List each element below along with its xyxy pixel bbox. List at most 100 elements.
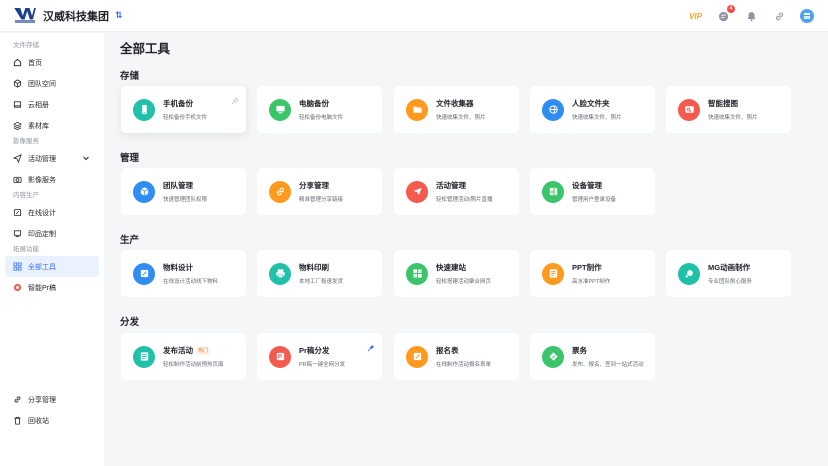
tool-card-mg-animation[interactable]: MG动画制作 专业团队削心服务 xyxy=(666,250,791,297)
tool-name: 票务 xyxy=(572,346,587,355)
sidebar-item-label: 分享管理 xyxy=(28,396,56,404)
section-title-storage: 存储 xyxy=(120,71,140,82)
tool-card-quick-site[interactable]: 快速建站轻松搭建活动聚合网页 xyxy=(394,250,519,297)
website-icon xyxy=(406,262,428,285)
tool-card-device-management[interactable]: 设备管理 管理用户登录设备 xyxy=(530,168,655,215)
sidebar-item-label: 全部工具 xyxy=(28,263,56,271)
tool-card-registration-form[interactable]: 报名表在线制作活动报名表单 xyxy=(394,333,519,380)
tool-desc: 快速收集文件、照片 xyxy=(572,115,622,121)
tool-card-computer-backup[interactable]: 电脑备份 轻松备份电脑文件 xyxy=(257,86,382,133)
tool-desc: 高水准PPT制作 xyxy=(572,279,611,285)
sidebar-item-recycle-bin[interactable]: 回收站 xyxy=(0,410,104,431)
tool-name: 快速建站 xyxy=(436,263,466,272)
tool-desc: 在线设计活动线下物料 xyxy=(163,279,219,285)
sidebar-item-label: 在线设计 xyxy=(28,209,56,217)
tool-card-material-design[interactable]: 物料设计在线设计活动线下物料 xyxy=(121,250,246,297)
switch-org-icon[interactable]: ⇅ xyxy=(115,10,123,21)
ppt-icon xyxy=(542,262,564,285)
pin-icon[interactable] xyxy=(231,92,239,105)
vip-badge[interactable]: VIP xyxy=(689,12,702,21)
pr-doc-icon xyxy=(269,345,291,368)
image-search-icon xyxy=(678,98,700,121)
sidebar-item-material-library[interactable]: 素材库 xyxy=(0,115,104,136)
tool-desc: 轻松备份电脑文件 xyxy=(299,115,344,121)
plane-icon xyxy=(406,180,428,203)
link-icon xyxy=(13,395,22,404)
tool-name: 发布活动 xyxy=(163,346,193,355)
sidebar-group-title: 拓展功能 xyxy=(13,246,39,253)
pr-icon xyxy=(13,283,22,292)
tool-name: PPT制作 xyxy=(572,263,602,272)
sidebar-item-album[interactable]: 云相册 xyxy=(0,94,104,115)
form-icon xyxy=(406,345,428,368)
tool-card-face-folder[interactable]: 人脸文件夹快速收集文件、照片 xyxy=(530,86,655,133)
sidebar-item-print-custom[interactable]: 印品定制 xyxy=(0,223,104,244)
tool-name: MG动画制作 xyxy=(708,263,751,272)
tool-card-team-management[interactable]: 团队管理 快速管理团队权限 xyxy=(121,168,246,215)
tool-name: 智能搜图 xyxy=(708,99,738,108)
tool-card-phone-backup[interactable]: 手机备份轻松备份手机文件 xyxy=(121,86,246,133)
printer-icon xyxy=(269,262,291,285)
album-icon xyxy=(13,100,22,109)
tool-card-smart-image-search[interactable]: 智能搜图快速收集文件、照片 xyxy=(666,86,791,133)
tool-name: 物料印刷 xyxy=(299,263,329,272)
tool-card-publish-activity[interactable]: 发布活动 热门 轻松制作活动前预热页面 xyxy=(121,333,246,380)
tool-card-material-printing[interactable]: 物料印刷 本地工厂极速发货 xyxy=(257,250,382,297)
pinned-icon[interactable] xyxy=(367,339,375,352)
device-icon xyxy=(542,180,564,203)
tool-name: 物料设计 xyxy=(163,263,193,272)
user-avatar[interactable] xyxy=(800,9,814,23)
tool-name: 手机备份 xyxy=(163,99,193,108)
tool-desc: 在线制作活动报名表单 xyxy=(436,362,492,368)
sidebar-item-smart-pr[interactable]: 智能Pr稿 xyxy=(0,277,104,298)
print-icon xyxy=(13,229,22,238)
org-name: 汉威科技集团 xyxy=(43,10,109,23)
tool-desc: 轻松搭建活动聚合网页 xyxy=(436,279,492,285)
sidebar-item-activity-management[interactable]: 活动管理 xyxy=(0,148,104,169)
section-title-distribution: 分发 xyxy=(120,317,140,328)
tool-name: 人脸文件夹 xyxy=(572,99,610,108)
trash-icon xyxy=(13,416,22,425)
tool-card-ppt-production[interactable]: PPT制作高水准PPT制作 xyxy=(530,250,655,297)
tool-desc: 快速收集文件、照片 xyxy=(436,115,486,121)
bell-icon[interactable] xyxy=(744,9,758,23)
section-title-management: 管理 xyxy=(120,153,140,164)
sidebar-item-label: 首页 xyxy=(28,59,42,67)
tool-name: 报名表 xyxy=(436,346,459,355)
sidebar-item-team-space[interactable]: 团队空间 xyxy=(0,73,104,94)
sidebar-group-title: 影像服务 xyxy=(13,138,39,145)
main-content: 全部工具 存储 手机备份 轻松备份手机文件 电脑备份 轻松备份电脑文件 文件收集器快… xyxy=(104,33,828,466)
tool-card-ticketing[interactable]: 票务 发布、报名、签到一站式活动 xyxy=(530,333,655,380)
tool-card-pr-distribution[interactable]: Pr稿分发 PR稿一键全网分发 xyxy=(257,333,382,380)
message-icon[interactable]: 4 xyxy=(716,5,735,23)
link-icon[interactable] xyxy=(772,9,786,23)
face-icon xyxy=(542,98,564,121)
phone-icon xyxy=(133,98,155,121)
sidebar-item-label: 印品定制 xyxy=(28,230,56,238)
animation-icon xyxy=(678,262,700,285)
tool-name: 分享管理 xyxy=(299,181,329,190)
camera-icon xyxy=(13,175,22,184)
sidebar-item-home[interactable]: 首页 xyxy=(0,52,104,73)
sidebar-item-imaging-service[interactable]: 影像服务 xyxy=(0,169,104,190)
sidebar-item-all-tools[interactable]: 全部工具 xyxy=(5,256,99,277)
sidebar: 文件存储 首页 团队空间 云相册 素材库 影像服务 活动管理 影像服务 内容生产… xyxy=(0,33,104,466)
tool-name: Pr稿分发 xyxy=(299,346,330,355)
section-title-production: 生产 xyxy=(120,235,140,246)
sidebar-item-label: 活动管理 xyxy=(28,155,56,163)
sidebar-item-online-design[interactable]: 在线设计 xyxy=(0,202,104,223)
computer-icon xyxy=(269,98,291,121)
tool-card-file-collector[interactable]: 文件收集器 快速收集文件、照片 xyxy=(394,86,519,133)
sidebar-item-label: 素材库 xyxy=(28,122,49,130)
tool-desc: 精准管理分享链接 xyxy=(299,197,344,203)
sidebar-item-share-management[interactable]: 分享管理 xyxy=(0,389,104,410)
tool-card-activity-management[interactable]: 活动管理 轻松管理活动/照片直播 xyxy=(394,168,519,215)
hot-badge: 热门 xyxy=(196,346,211,355)
chevron-down-icon[interactable] xyxy=(82,154,90,164)
tool-desc: 轻松备份手机文件 xyxy=(163,115,208,121)
tool-desc: 快速收集文件、照片 xyxy=(708,115,758,121)
cube-icon xyxy=(13,79,22,88)
company-logo xyxy=(14,7,36,24)
sidebar-group-title: 内容生产 xyxy=(13,192,39,199)
tool-card-share-management[interactable]: 分享管理精准管理分享链接 xyxy=(257,168,382,215)
